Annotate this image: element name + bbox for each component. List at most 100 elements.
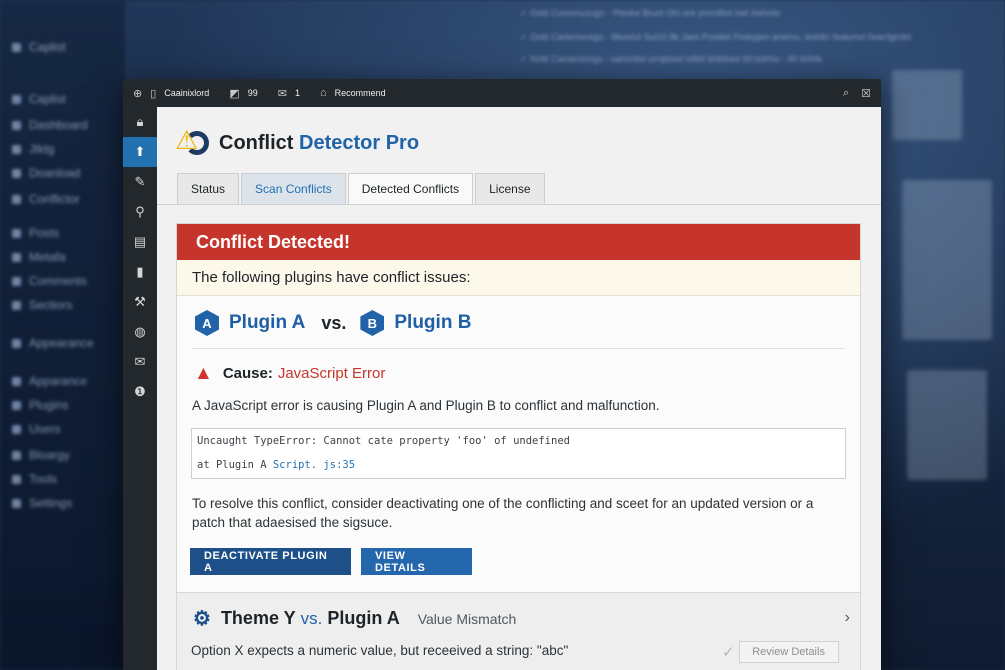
plugin-a-badge: A bbox=[195, 310, 219, 336]
recommend-menu[interactable]: ⌂ Recommend bbox=[320, 87, 386, 99]
conflict-type: Value Mismatch bbox=[417, 610, 517, 627]
username: Caainixlord bbox=[164, 88, 210, 98]
envelope-icon[interactable]: ✉ bbox=[123, 347, 157, 377]
background-menu-item: Caplist bbox=[12, 92, 66, 106]
comments-count: 99 bbox=[247, 88, 258, 98]
close-icon[interactable]: ☒ bbox=[861, 87, 871, 100]
messages-menu[interactable]: ✉ 1 bbox=[278, 87, 300, 100]
resolution-text: To resolve this conflict, consider deact… bbox=[192, 496, 814, 530]
second-conflict-row[interactable]: ⚙ Theme Y vs. Plugin A Value Mismatch › … bbox=[177, 592, 860, 670]
background-menu-item: Settings bbox=[12, 496, 72, 510]
background-menu-item: Dashboard bbox=[12, 118, 88, 132]
background-menu-item: Metafa bbox=[12, 250, 66, 264]
background-menu-item: Plugins bbox=[12, 398, 68, 412]
background-menu-item: Caplist bbox=[12, 40, 66, 54]
versus-label: vs. bbox=[321, 312, 347, 333]
background-text-line: ✓ Ostti Cunnmuzugn - Pleolut Brunl Ohi o… bbox=[520, 8, 781, 18]
tools-icon[interactable]: ⚒ bbox=[123, 287, 157, 317]
action-buttons: DEACTIVATE PLUGIN A VIEW DETAILS bbox=[190, 548, 472, 575]
cause-value: JavaScript Error bbox=[277, 365, 386, 382]
background-right-panels bbox=[882, 70, 1005, 670]
background-menu-item: Apparance bbox=[12, 374, 87, 388]
plugin-a-name[interactable]: Plugin A bbox=[229, 312, 305, 334]
conflict-panel: Conflict Detected! The following plugins… bbox=[176, 223, 861, 670]
alert-triangle-icon: ▲ bbox=[194, 363, 213, 384]
check-icon: ✓ bbox=[722, 644, 735, 661]
background-menu-item: Bloargy bbox=[12, 448, 70, 462]
admin-topbar: ⊕ ▯ Caainixlord ◩ 99 ✉ 1 ⌂ Recommend ⌕ ☒ bbox=[123, 79, 881, 107]
background-text-line: ✓ Ostti Cartemorego - Muorlul Sut10.8k J… bbox=[520, 32, 912, 42]
background-menu-item: Conflictor bbox=[12, 192, 80, 206]
globe-icon[interactable]: ◍ bbox=[123, 317, 157, 347]
plugin-b-badge: B bbox=[360, 310, 385, 336]
brush-icon[interactable]: ✎ bbox=[123, 167, 157, 197]
versus-label: vs. bbox=[300, 608, 323, 628]
main-content: ⚠ Conflict Detector Pro Status Scan Conf… bbox=[157, 107, 881, 670]
page-title: Conflict Detector Pro bbox=[219, 132, 419, 155]
house-icon: ⌂ bbox=[319, 87, 327, 99]
wordpress-icon: ⊕ bbox=[133, 87, 143, 100]
cause-line: ▲ Cause: JavaScript Error bbox=[194, 364, 385, 383]
error-line-1: Uncaught TypeError: Cannot cate property… bbox=[197, 435, 570, 447]
comments-menu[interactable]: ◩ 99 bbox=[229, 87, 257, 100]
tab-scan-conflicts[interactable]: Scan Conflicts bbox=[241, 173, 346, 204]
background-pane bbox=[902, 180, 992, 340]
messages-count: 1 bbox=[294, 88, 300, 98]
review-details: ✓ Review Details bbox=[722, 641, 839, 663]
background-menu-item: Doanload bbox=[12, 166, 80, 180]
site-menu[interactable]: ⊕ ▯ Caainixlord bbox=[133, 87, 209, 100]
title-main: Conflict bbox=[219, 131, 294, 154]
plugin-name: Plugin A bbox=[327, 608, 400, 628]
title-accent: Detector Pro bbox=[299, 131, 420, 154]
background-menu-item: Appearance bbox=[12, 336, 94, 350]
mail-icon[interactable]: ▤ bbox=[123, 227, 157, 257]
warning-icon: ⚠ bbox=[175, 125, 199, 155]
gear-icon: ⚙ bbox=[193, 608, 211, 630]
comment-icon: ◩ bbox=[229, 87, 240, 100]
chevron-right-icon[interactable]: › bbox=[845, 609, 850, 627]
error-line-2-prefix: at Plugin A bbox=[197, 459, 273, 471]
second-conflict-title: ⚙ Theme Y vs. Plugin A Value Mismatch bbox=[193, 606, 516, 631]
tab-detected-conflicts[interactable]: Detected Conflicts bbox=[347, 173, 474, 204]
error-code-box: Uncaught TypeError: Cannot cate property… bbox=[191, 428, 846, 479]
conflict-description: A JavaScript error is causing Plugin A a… bbox=[192, 398, 660, 413]
page-icon[interactable]: ▮ bbox=[123, 257, 157, 287]
background-menu-item: Tools bbox=[12, 472, 57, 486]
deactivate-plugin-button[interactable]: DEACTIVATE PLUGIN A bbox=[190, 548, 351, 575]
info-icon[interactable]: ❶ bbox=[123, 377, 157, 407]
cause-label: Cause: bbox=[222, 365, 273, 382]
tab-status[interactable]: Status bbox=[177, 173, 240, 204]
tab-license[interactable]: License bbox=[475, 173, 545, 204]
pin-icon[interactable]: ⬆ bbox=[123, 137, 157, 167]
phone-icon: ▯ bbox=[150, 87, 157, 100]
conflict-heading: Conflict Detected! bbox=[177, 224, 860, 260]
background-menu-item: Users bbox=[12, 422, 60, 436]
tab-bar: Status Scan Conflicts Detected Conflicts… bbox=[177, 173, 547, 204]
search-icon[interactable]: ⌕ bbox=[843, 87, 849, 100]
user-icon[interactable]: ⚲ bbox=[123, 197, 157, 227]
divider bbox=[192, 348, 845, 349]
background-topbar: ✓ Ostti Cunnmuzugn - Pleolut Brunl Ohi o… bbox=[120, 0, 1005, 80]
envelope-icon: ✉ bbox=[277, 87, 287, 100]
topbar-actions: ⌕ ☒ bbox=[843, 87, 871, 100]
error-file-link[interactable]: Script. js:35 bbox=[273, 459, 355, 471]
admin-sidebar: 🔒︎ ⬆ ✎ ⚲ ▤ ▮ ⚒ ◍ ✉ ❶ bbox=[123, 107, 157, 670]
plugin-b-name[interactable]: Plugin B bbox=[394, 312, 471, 334]
conflict-subheading: The following plugins have conflict issu… bbox=[177, 260, 860, 296]
view-details-button[interactable]: VIEW DETAILS bbox=[361, 548, 472, 575]
second-conflict-message: Option X expects a numeric value, but re… bbox=[191, 643, 569, 658]
theme-name: Theme Y bbox=[220, 608, 296, 628]
plugin-window: ⊕ ▯ Caainixlord ◩ 99 ✉ 1 ⌂ Recommend ⌕ ☒… bbox=[123, 79, 881, 670]
background-menu-item: Posts bbox=[12, 226, 59, 240]
review-details-button[interactable]: Review Details bbox=[738, 641, 839, 663]
plugin-versus: A Plugin A vs. B Plugin B bbox=[195, 310, 471, 336]
background-menu-item: Jtktg bbox=[12, 142, 54, 156]
lock-icon[interactable]: 🔒︎ bbox=[123, 107, 157, 137]
tabs-divider bbox=[157, 204, 881, 205]
background-pane bbox=[892, 70, 962, 140]
background-menu-item: Sectiors bbox=[12, 298, 72, 312]
error-line-2: at Plugin A Script. js:35 bbox=[197, 459, 840, 471]
conflict-detector-logo: ⚠ bbox=[175, 125, 211, 161]
recommend-label: Recommend bbox=[334, 88, 386, 98]
background-text-line: ✓ Noltt Camerorings - sammlist ornjbreel… bbox=[520, 54, 823, 64]
